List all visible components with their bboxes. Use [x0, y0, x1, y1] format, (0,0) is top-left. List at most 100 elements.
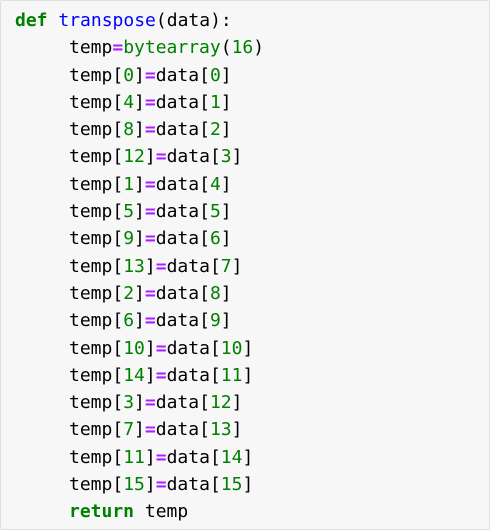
close-bracket: ] — [242, 474, 254, 496]
open-bracket: [ — [199, 119, 210, 141]
return-value: temp — [144, 501, 189, 523]
open-bracket: [ — [209, 146, 221, 168]
assignment-source: data — [155, 310, 200, 332]
close-bracket: ] — [134, 310, 145, 332]
open-bracket: [ — [112, 91, 124, 113]
close-bracket: ] — [220, 201, 232, 223]
assignment-target: temp — [69, 119, 113, 141]
assignment-line: temp[9]=data[6] — [15, 225, 264, 252]
assign-operator: = — [144, 228, 156, 250]
source-index: 2 — [209, 119, 221, 141]
open-bracket: [ — [199, 91, 210, 113]
assignment-source: data — [155, 91, 200, 113]
open-bracket: [ — [112, 419, 124, 441]
close-bracket: ] — [231, 146, 243, 168]
assignment-target: temp — [69, 91, 113, 113]
target-index: 6 — [123, 310, 135, 332]
target-index: 2 — [123, 282, 135, 304]
assign-operator: = — [144, 91, 156, 113]
source-index: 15 — [220, 474, 243, 496]
close-bracket: ] — [144, 446, 156, 468]
function-name: transpose — [58, 10, 156, 31]
assignment-line: temp[5]=data[5] — [15, 198, 264, 225]
close-bracket: ] — [134, 119, 145, 141]
close-bracket: ] — [144, 146, 156, 168]
code-cell[interactable]: def transpose(data): temp=bytearray(16) te… — [0, 0, 490, 530]
close-bracket: ] — [220, 228, 232, 250]
assignment-target: temp — [69, 392, 113, 414]
def-line: def transpose(data): — [15, 7, 264, 34]
close-bracket: ] — [220, 310, 232, 332]
assignment-line: temp[12]=data[3] — [15, 143, 264, 170]
init-line: temp=bytearray(16) — [15, 34, 264, 61]
close-bracket: ] — [231, 392, 243, 414]
source-index: 7 — [220, 255, 232, 277]
close-bracket: ] — [220, 91, 232, 113]
assign-operator: = — [155, 364, 167, 386]
assignment-line: temp[3]=data[12] — [15, 389, 264, 416]
close-bracket: ] — [242, 337, 254, 359]
close-bracket: ] — [144, 474, 156, 496]
assignment-source: data — [166, 337, 210, 359]
assignment-target: temp — [69, 446, 113, 468]
assignment-target: temp — [69, 419, 113, 441]
source-index: 8 — [209, 282, 221, 304]
source-index: 3 — [220, 146, 232, 168]
target-index: 9 — [123, 228, 135, 250]
assignment-line: temp[2]=data[8] — [15, 280, 264, 307]
assignment-line: temp[10]=data[10] — [15, 335, 264, 362]
source-index: 14 — [220, 446, 243, 468]
source-index: 6 — [209, 228, 221, 250]
close-bracket: ] — [134, 201, 145, 223]
open-bracket: [ — [112, 228, 124, 250]
assignment-line: temp[15]=data[15] — [15, 471, 264, 498]
assignment-source: data — [155, 392, 200, 414]
assign-operator: = — [144, 201, 156, 223]
open-bracket: [ — [112, 282, 124, 304]
init-close-paren: ) — [253, 37, 265, 59]
open-bracket: [ — [112, 392, 124, 414]
assignment-target: temp — [69, 310, 113, 332]
target-index: 1 — [123, 173, 135, 195]
open-bracket: [ — [209, 337, 221, 359]
assignment-source: data — [166, 446, 210, 468]
assignment-target: temp — [69, 364, 113, 386]
assign-operator: = — [144, 119, 156, 141]
open-bracket: [ — [199, 310, 210, 332]
close-bracket: ] — [134, 419, 145, 441]
assignment-source: data — [166, 255, 210, 277]
assignment-source: data — [155, 282, 200, 304]
init-open-paren: ( — [220, 37, 232, 59]
target-index: 15 — [123, 474, 145, 496]
open-bracket: [ — [112, 255, 124, 277]
assignment-target: temp — [69, 337, 113, 359]
assignment-line: temp[4]=data[1] — [15, 89, 264, 116]
open-bracket: [ — [199, 173, 210, 195]
assignment-source: data — [155, 64, 200, 86]
target-index: 13 — [123, 255, 145, 277]
assignment-source: data — [166, 146, 210, 168]
source-index: 10 — [220, 337, 243, 359]
open-bracket: [ — [209, 255, 221, 277]
target-index: 0 — [123, 64, 135, 86]
target-index: 12 — [123, 146, 145, 168]
source-index: 1 — [209, 91, 221, 113]
init-operator: = — [112, 37, 124, 59]
target-index: 8 — [123, 119, 135, 141]
assignment-line: temp[6]=data[9] — [15, 307, 264, 334]
signature-params: (data): — [155, 10, 232, 31]
init-variable: temp — [69, 37, 113, 59]
assignment-line: temp[13]=data[7] — [15, 253, 264, 280]
open-bracket: [ — [112, 364, 124, 386]
open-bracket: [ — [199, 228, 210, 250]
assignment-target: temp — [69, 146, 113, 168]
close-bracket: ] — [134, 173, 145, 195]
open-bracket: [ — [112, 201, 124, 223]
close-bracket: ] — [220, 119, 232, 141]
target-index: 5 — [123, 201, 135, 223]
open-bracket: [ — [112, 337, 124, 359]
source-index: 0 — [209, 64, 221, 86]
target-index: 4 — [123, 91, 135, 113]
close-bracket: ] — [220, 64, 232, 86]
close-bracket: ] — [231, 255, 243, 277]
